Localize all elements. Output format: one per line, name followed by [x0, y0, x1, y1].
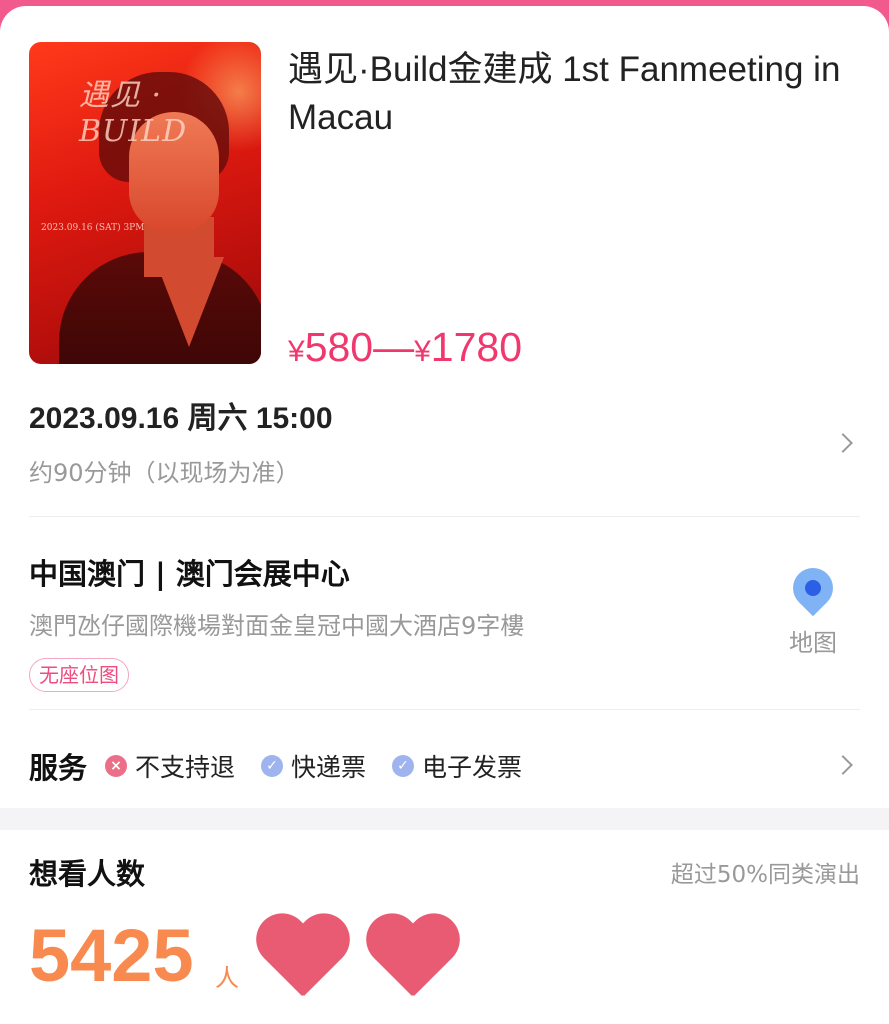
- divider: [29, 516, 860, 517]
- service-no-refund: × 不支持退: [105, 748, 235, 784]
- service-label: 电子发票: [422, 753, 523, 782]
- venue-name: 中国澳门 | 澳门会展中心: [29, 557, 350, 591]
- check-icon: ✓: [392, 755, 415, 777]
- event-info-card: 遇见 · BUILD 2023.09.16 (SAT) 3PM 遇见·Build…: [0, 6, 889, 808]
- event-title: 遇见·Build金建成 1st Fanmeeting in Macau: [288, 50, 841, 137]
- seat-map-tag: 无座位图: [29, 658, 129, 692]
- interest-title: 想看人数: [29, 857, 146, 891]
- poster-date-art: 2023.09.16 (SAT) 3PM: [41, 223, 145, 233]
- event-poster[interactable]: 遇见 · BUILD 2023.09.16 (SAT) 3PM: [29, 42, 261, 364]
- event-datetime: 2023.09.16 周六 15:00: [29, 402, 333, 435]
- x-icon: ×: [105, 755, 128, 777]
- poster-title-art: 遇见 · BUILD: [79, 78, 188, 149]
- price-currency-max: ¥: [414, 335, 431, 368]
- price-min: 580: [304, 324, 374, 370]
- map-pin-icon: [784, 559, 842, 617]
- event-duration: 约90分钟（以现场为准）: [29, 459, 300, 487]
- price-range: ¥580—¥1780: [288, 322, 522, 377]
- service-label: 快递票: [291, 753, 367, 782]
- chevron-right-icon: [833, 755, 853, 775]
- interest-count: 5425: [29, 914, 194, 997]
- chevron-right-icon: [833, 433, 853, 453]
- interest-card: 想看人数 超过50%同类演出 5425 人: [0, 830, 889, 1024]
- services-title: 服务: [29, 751, 88, 785]
- price-separator: —: [373, 324, 415, 370]
- heart-icon: [362, 916, 462, 1006]
- check-icon: ✓: [261, 755, 284, 777]
- service-label: 不支持退: [135, 753, 236, 782]
- venue-address: 澳門氹仔國際機場對面金皇冠中國大酒店9字樓: [29, 612, 525, 640]
- divider: [29, 709, 860, 710]
- price-max: 1780: [430, 324, 523, 370]
- heart-icon: [252, 916, 352, 1006]
- interest-compare: 超过50%同类演出: [670, 862, 860, 888]
- services-row[interactable]: 服务 × 不支持退 ✓ 快递票 ✓ 电子发票: [29, 746, 548, 786]
- map-label: 地图: [789, 629, 837, 657]
- price-currency: ¥: [288, 335, 305, 368]
- poster-figure-collar: [154, 257, 224, 347]
- service-express-ticket: ✓ 快递票: [261, 748, 366, 784]
- map-button[interactable]: 地图: [781, 559, 845, 666]
- interest-unit: 人: [215, 964, 239, 992]
- service-e-invoice: ✓ 电子发票: [392, 748, 522, 784]
